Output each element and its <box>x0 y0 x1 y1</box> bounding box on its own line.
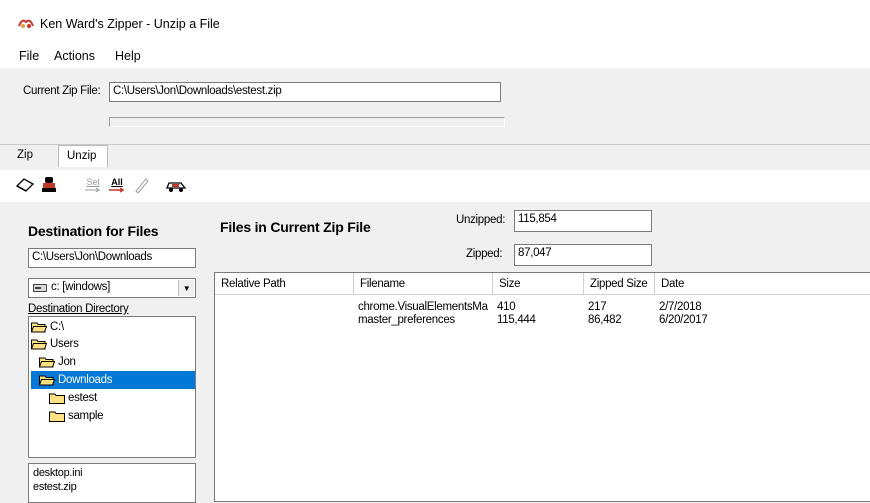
menu-actions[interactable]: Actions <box>54 49 95 63</box>
destination-title: Destination for Files <box>28 223 159 239</box>
zip-file-field[interactable]: C:\Users\Jon\Downloads\estest.zip <box>109 82 501 102</box>
tab-unzip[interactable]: Unzip <box>58 145 108 167</box>
unzipped-label: Unzipped: <box>456 214 506 226</box>
directory-tree[interactable]: C:\ Users Jon Downloads estest sample <box>28 316 196 458</box>
select-some-button[interactable]: Sel <box>82 174 104 196</box>
edit-button[interactable] <box>131 174 153 196</box>
cell-size: 410 <box>497 301 516 313</box>
column-header-date[interactable]: Date <box>655 273 870 295</box>
tree-item-label: sample <box>68 410 104 422</box>
select-all-label: All <box>111 176 123 187</box>
menu-help[interactable]: Help <box>115 49 141 63</box>
menu-bar: File Actions Help <box>0 40 870 68</box>
drive-select-value: c: [windows] <box>51 281 111 293</box>
arrow-right-icon <box>109 186 125 193</box>
unzipped-size-field: 115,854 <box>514 210 652 232</box>
chevron-down-icon[interactable]: ▼ <box>178 280 194 296</box>
car-icon <box>166 182 187 192</box>
app-logo-icon <box>18 19 34 28</box>
cell-date: 2/7/2018 <box>659 301 702 313</box>
edit-icon <box>135 178 149 194</box>
folder-open-icon <box>39 375 55 385</box>
stamp-icon <box>42 177 56 192</box>
eraser-icon <box>15 178 35 192</box>
toolbar: Sel All <box>0 170 870 202</box>
zip-contents-table[interactable]: Relative Path Filename Size Zipped Size … <box>214 272 870 502</box>
column-header-size[interactable]: Size <box>493 273 584 295</box>
folder-open-icon <box>31 339 47 349</box>
title-bar[interactable]: Ken Ward's Zipper - Unzip a File <box>0 0 870 40</box>
tree-item-label: Downloads <box>58 374 113 386</box>
tree-item-sample[interactable]: sample <box>49 407 107 425</box>
cell-filename: master_preferences <box>358 314 455 326</box>
window-title: Ken Ward's Zipper - Unzip a File <box>40 17 220 31</box>
car-button[interactable] <box>164 174 188 196</box>
tree-item-c-drive[interactable]: C:\ <box>31 318 68 336</box>
zip-contents-title: Files in Current Zip File <box>220 219 371 235</box>
list-item[interactable]: estest.zip <box>33 481 77 493</box>
cell-zipped-size: 217 <box>588 301 607 313</box>
tree-item-label: Jon <box>58 356 76 368</box>
tree-item-downloads[interactable]: Downloads <box>31 371 195 389</box>
destination-path-field[interactable]: C:\Users\Jon\Downloads <box>28 248 196 268</box>
cell-filename: chrome.VisualElementsMa <box>358 301 488 313</box>
zipped-size-field: 87,047 <box>514 244 652 266</box>
drive-select[interactable]: c: [windows] ▼ <box>28 278 196 298</box>
column-header-zipped-size[interactable]: Zipped Size <box>584 273 655 295</box>
tree-item-users[interactable]: Users <box>31 335 83 353</box>
zip-file-label: Current Zip File: <box>23 85 101 97</box>
eraser-button[interactable] <box>14 174 36 196</box>
zip-file-panel <box>0 68 870 145</box>
tree-item-label: estest <box>68 392 97 404</box>
stamp-button[interactable] <box>38 174 60 196</box>
folder-icon <box>49 411 65 422</box>
tree-item-label: Users <box>50 338 79 350</box>
column-header-filename[interactable]: Filename <box>354 273 493 295</box>
tab-zip[interactable]: Zip <box>12 145 44 167</box>
folder-open-icon <box>39 357 55 367</box>
select-some-label: Sel <box>86 176 100 187</box>
tree-item-jon[interactable]: Jon <box>39 353 80 371</box>
list-item[interactable]: desktop.ini <box>33 467 83 479</box>
menu-file[interactable]: File <box>19 49 39 63</box>
arrow-right-icon <box>85 187 100 192</box>
destination-dir-label: Destination Directory <box>28 303 129 315</box>
cell-zipped-size: 86,482 <box>588 314 622 326</box>
file-list[interactable]: desktop.ini estest.zip <box>28 463 196 503</box>
tree-item-label: C:\ <box>50 321 64 333</box>
tree-item-estest[interactable]: estest <box>49 389 101 407</box>
cell-size: 115,444 <box>497 314 536 326</box>
select-all-button[interactable]: All <box>106 174 128 196</box>
drive-icon <box>33 284 47 292</box>
zipped-label: Zipped: <box>466 248 503 260</box>
progress-bar <box>109 117 505 127</box>
cell-date: 6/20/2017 <box>659 314 708 326</box>
folder-icon <box>49 393 65 404</box>
folder-open-icon <box>31 322 47 332</box>
column-header-relative-path[interactable]: Relative Path <box>215 273 354 295</box>
